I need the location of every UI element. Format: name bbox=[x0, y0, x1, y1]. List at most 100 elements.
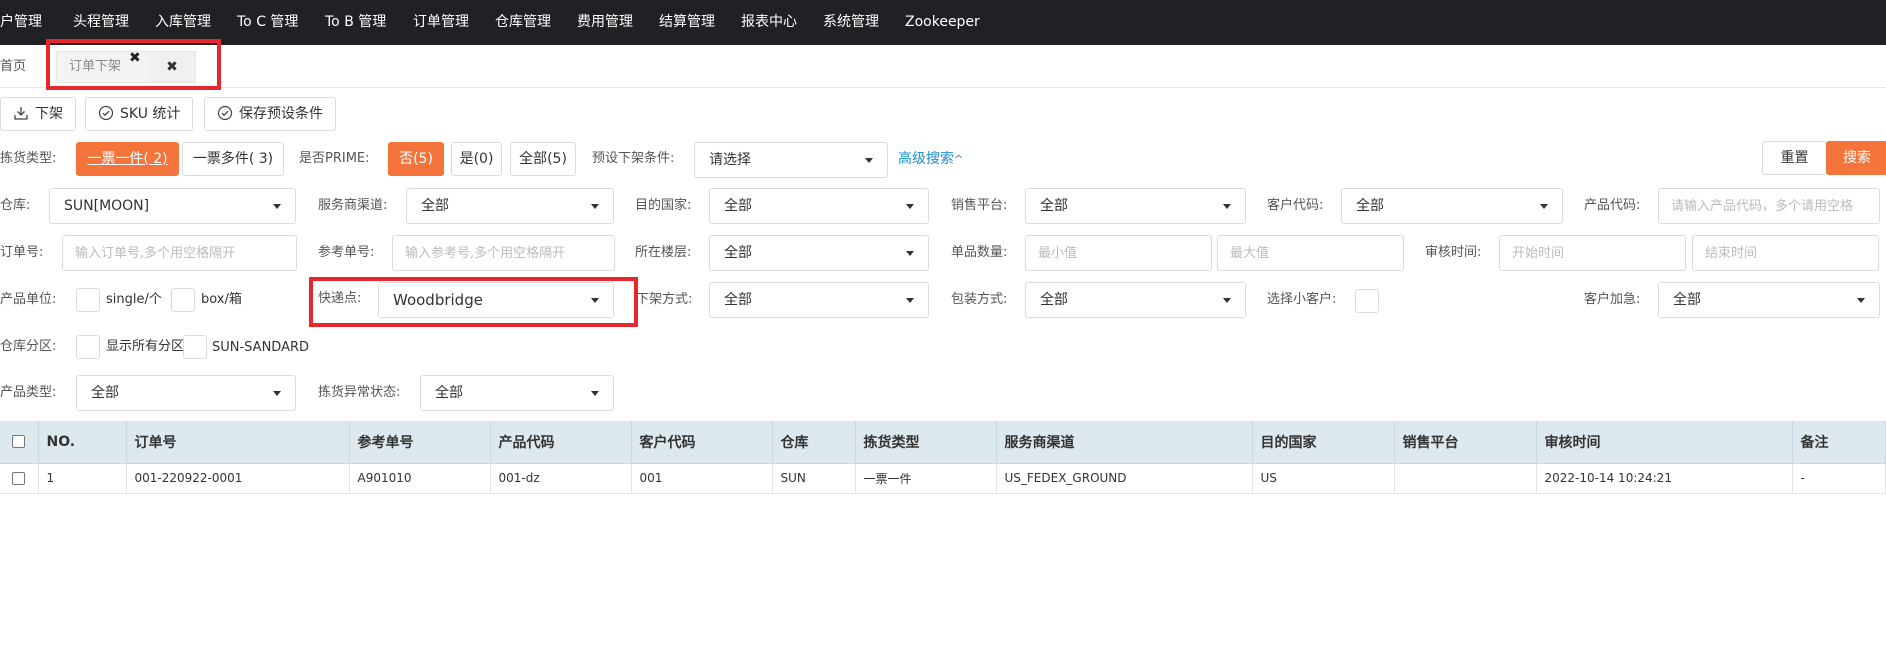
nav-customer[interactable]: 客户管理 bbox=[0, 0, 42, 45]
col-customer-code: 客户代码 bbox=[631, 421, 773, 464]
cell-platform bbox=[1394, 463, 1537, 494]
dest-country-select[interactable]: 全部 bbox=[709, 188, 929, 224]
offshelf-button[interactable]: 下架 bbox=[0, 97, 76, 131]
sku-stats-label: SKU 统计 bbox=[120, 106, 181, 122]
abnormal-status-select[interactable]: 全部 bbox=[420, 375, 614, 411]
row-checkbox[interactable] bbox=[12, 472, 25, 485]
ref-no-label: 参考单号: bbox=[318, 245, 375, 260]
packaging-select[interactable]: 全部 bbox=[1025, 282, 1246, 318]
abnormal-status-value: 全部 bbox=[435, 385, 463, 401]
floor-value: 全部 bbox=[724, 245, 752, 261]
unit-box-label: box/箱 bbox=[201, 292, 242, 307]
zone-sun-checkbox[interactable] bbox=[183, 335, 207, 359]
nav-fee[interactable]: 费用管理 bbox=[577, 0, 633, 45]
channel-value: 全部 bbox=[421, 198, 449, 214]
product-code-input[interactable] bbox=[1658, 188, 1880, 224]
cell-ref-no: A901010 bbox=[349, 463, 491, 494]
caret-down-icon bbox=[906, 204, 914, 209]
prime-yes-option[interactable]: 是(0) bbox=[451, 142, 502, 176]
platform-select[interactable]: 全部 bbox=[1025, 188, 1246, 224]
row-select-cell bbox=[0, 463, 39, 494]
offshelf-mode-select[interactable]: 全部 bbox=[709, 282, 929, 318]
unit-single-checkbox[interactable] bbox=[76, 288, 100, 312]
nav-report[interactable]: 报表中心 bbox=[741, 0, 797, 45]
sku-stats-button[interactable]: SKU 统计 bbox=[85, 97, 194, 131]
order-no-input[interactable] bbox=[62, 235, 297, 271]
express-point-select[interactable]: Woodbridge bbox=[378, 282, 614, 318]
product-unit-label: 产品单位: bbox=[0, 292, 57, 307]
express-point-value: Woodbridge bbox=[393, 291, 483, 309]
close-icon[interactable]: ✖ bbox=[129, 50, 141, 66]
col-no: NO. bbox=[38, 421, 127, 464]
nav-warehouse[interactable]: 仓库管理 bbox=[495, 0, 551, 45]
floor-select[interactable]: 全部 bbox=[709, 235, 929, 271]
tab-order-offshelf[interactable]: 订单下架 ✖ ✖ bbox=[56, 50, 196, 83]
preset-select[interactable]: 请选择 bbox=[694, 142, 888, 178]
col-platform: 销售平台 bbox=[1394, 421, 1537, 464]
channel-select[interactable]: 全部 bbox=[406, 188, 614, 224]
customer-code-select[interactable]: 全部 bbox=[1341, 188, 1563, 224]
urgent-value: 全部 bbox=[1673, 292, 1701, 308]
nav-order[interactable]: 订单管理 bbox=[413, 0, 469, 45]
nav-system[interactable]: 系统管理 bbox=[823, 0, 879, 45]
product-type-select[interactable]: 全部 bbox=[76, 375, 296, 411]
table-row[interactable]: 1 001-220922-0001 A901010 001-dz 001 SUN… bbox=[0, 463, 1886, 494]
qty-min-input[interactable] bbox=[1025, 235, 1212, 271]
pick-single-option[interactable]: 一票一件( 2) bbox=[76, 142, 179, 176]
offshelf-mode-label: 下架方式: bbox=[636, 292, 693, 307]
nav-settlement[interactable]: 结算管理 bbox=[659, 0, 715, 45]
caret-down-icon bbox=[591, 204, 599, 209]
nav-tob[interactable]: To B 管理 bbox=[325, 0, 386, 45]
prime-all-option[interactable]: 全部(5) bbox=[510, 142, 576, 176]
save-preset-label: 保存预设条件 bbox=[239, 106, 323, 122]
zone-sun-label: SUN-SANDARD bbox=[212, 340, 310, 355]
tab-close-button[interactable]: ✖ bbox=[149, 52, 195, 82]
product-code-label: 产品代码: bbox=[1584, 198, 1641, 213]
product-type-label: 产品类型: bbox=[0, 385, 57, 400]
review-start-input[interactable] bbox=[1499, 235, 1686, 271]
tab-label: 订单下架 bbox=[69, 59, 122, 74]
nav-zookeeper[interactable]: Zookeeper bbox=[905, 0, 980, 45]
prime-no-option[interactable]: 否(5) bbox=[388, 142, 444, 176]
review-end-input[interactable] bbox=[1692, 235, 1879, 271]
unit-box-checkbox[interactable] bbox=[171, 288, 195, 312]
top-nav: 客户管理 头程管理 入库管理 To C 管理 To B 管理 订单管理 仓库管理… bbox=[0, 0, 1886, 45]
cell-product-code: 001-dz bbox=[490, 463, 632, 494]
col-pick-type: 拣货类型 bbox=[855, 421, 997, 464]
express-point-label: 快递点: bbox=[318, 291, 362, 306]
warehouse-select[interactable]: SUN[MOON] bbox=[49, 188, 296, 224]
download-icon bbox=[14, 107, 28, 120]
product-type-value: 全部 bbox=[91, 385, 119, 401]
dest-country-value: 全部 bbox=[724, 198, 752, 214]
packaging-label: 包装方式: bbox=[951, 292, 1008, 307]
nav-toc[interactable]: To C 管理 bbox=[237, 0, 298, 45]
reset-button[interactable]: 重置 bbox=[1762, 141, 1827, 175]
caret-down-icon bbox=[906, 251, 914, 256]
col-warehouse: 仓库 bbox=[772, 421, 856, 464]
nav-inbound[interactable]: 入库管理 bbox=[155, 0, 211, 45]
search-button[interactable]: 搜索 bbox=[1826, 141, 1886, 175]
zone-all-checkbox[interactable] bbox=[76, 335, 100, 359]
cell-customer-code: 001 bbox=[631, 463, 773, 494]
pick-multi-option[interactable]: 一票多件( 3) bbox=[182, 142, 284, 176]
floor-label: 所在楼层: bbox=[635, 245, 692, 260]
urgent-select[interactable]: 全部 bbox=[1658, 282, 1880, 318]
save-preset-button[interactable]: 保存预设条件 bbox=[204, 97, 336, 131]
cell-pick-type: 一票一件 bbox=[855, 463, 997, 494]
ref-no-input[interactable] bbox=[392, 235, 615, 271]
select-all-checkbox[interactable] bbox=[12, 435, 25, 449]
col-product-code: 产品代码 bbox=[490, 421, 632, 464]
tab-home[interactable]: 首页 bbox=[0, 45, 26, 88]
small-customer-checkbox[interactable] bbox=[1355, 289, 1379, 313]
qty-max-input[interactable] bbox=[1217, 235, 1404, 271]
caret-down-icon bbox=[273, 391, 281, 396]
col-channel: 服务商渠道 bbox=[996, 421, 1253, 464]
advanced-search-link[interactable]: 高级搜索^ bbox=[898, 142, 963, 177]
col-remark: 备注 bbox=[1792, 421, 1886, 464]
nav-first-leg[interactable]: 头程管理 bbox=[73, 0, 129, 45]
caret-down-icon bbox=[906, 298, 914, 303]
cell-remark: - bbox=[1792, 463, 1886, 494]
tab-bar: 首页 订单下架 ✖ ✖ bbox=[0, 45, 1886, 88]
check-circle-icon bbox=[98, 105, 114, 121]
offshelf-mode-value: 全部 bbox=[724, 292, 752, 308]
